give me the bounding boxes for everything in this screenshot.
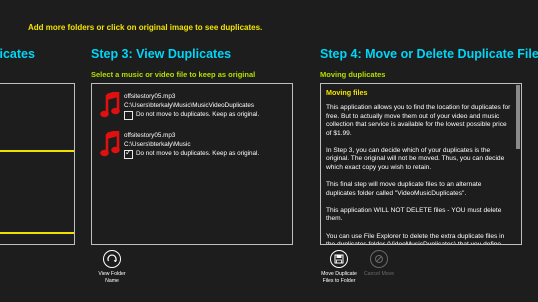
duplicate-file-item[interactable]: offsitestory05.mp3 C:\Users\bterkaly\Mus… — [100, 131, 290, 171]
info-paragraph: This final step will move duplicate file… — [326, 181, 482, 197]
step4-subtitle: Moving duplicates — [320, 70, 386, 79]
folder-row-divider — [0, 150, 74, 152]
move-info-panel[interactable]: Moving files This application allows you… — [320, 83, 522, 245]
info-paragraph: This application allows you to find the … — [326, 104, 511, 137]
step2-title: licates — [0, 47, 35, 61]
cancel-move-button[interactable]: Cancel Move — [354, 250, 404, 278]
view-folder-label: View Folder Name — [98, 271, 126, 284]
duplicates-list-panel: offsitestory05.mp3 C:\Users\bterkaly\Mus… — [91, 83, 293, 245]
cancel-icon — [370, 250, 388, 268]
info-scrollbar[interactable] — [516, 85, 520, 149]
music-note-icon — [100, 131, 120, 157]
file-name: offsitestory05.mp3 — [124, 132, 176, 139]
step3-title: Step 3: View Duplicates — [91, 47, 232, 61]
file-name: offsitestory05.mp3 — [124, 93, 176, 100]
cancel-move-label: Cancel Move — [363, 271, 395, 277]
keep-original-label: Do not move to duplicates. Keep as origi… — [136, 150, 260, 157]
save-disk-icon — [330, 250, 348, 268]
step4-title: Step 4: Move or Delete Duplicate Files — [320, 47, 538, 61]
instruction-text: Add more folders or click on original im… — [28, 23, 263, 32]
return-arrow-icon — [103, 250, 121, 268]
info-paragraph: You can use File Explorer to delete the … — [326, 232, 505, 245]
folders-list-panel[interactable] — [0, 83, 75, 245]
view-folder-name-button[interactable]: View Folder Name — [87, 250, 137, 285]
info-paragraph: This application WILL NOT DELETE files -… — [326, 206, 502, 223]
keep-original-checkbox-checked[interactable]: ✓ — [124, 148, 133, 159]
keep-original-label: Do not move to duplicates. Keep as origi… — [136, 111, 260, 118]
file-path: C:\Users\bterkaly\Music — [124, 141, 191, 148]
music-note-icon — [100, 92, 120, 118]
step3-subtitle: Select a music or video file to keep as … — [91, 70, 256, 79]
checkmark-icon: ✓ — [125, 148, 132, 157]
duplicate-file-item[interactable]: offsitestory05.mp3 C:\Users\bterkaly\Mus… — [100, 92, 290, 132]
keep-original-checkbox[interactable] — [124, 111, 133, 120]
folder-row-divider — [0, 232, 74, 234]
move-info-content: Moving files This application allows you… — [326, 88, 512, 245]
info-title: Moving files — [326, 88, 368, 97]
info-paragraph: In Step 3, you can decide which of your … — [326, 146, 505, 172]
file-path: C:\Users\bterkaly\Music\MusicVideoDuplic… — [124, 102, 255, 109]
